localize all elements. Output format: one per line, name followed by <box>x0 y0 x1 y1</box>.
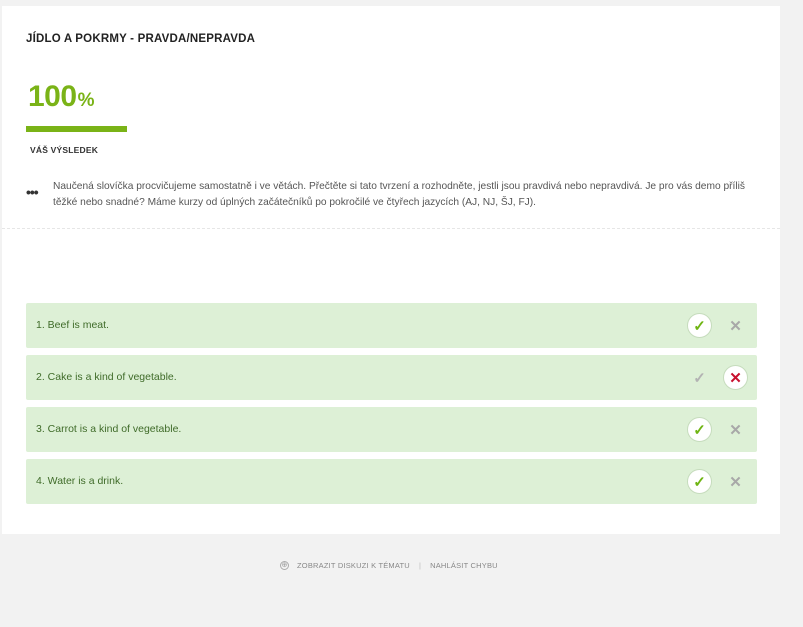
divider <box>2 228 780 229</box>
score-value: 100 <box>28 80 77 113</box>
false-cross-icon[interactable]: ✕ <box>723 469 748 494</box>
result-label: VÁŠ VÝSLEDEK <box>30 145 99 155</box>
true-check-icon[interactable]: ✓ <box>687 313 712 338</box>
score: 100% <box>28 80 94 114</box>
question-row: 1. Beef is meat. ✓ ✕ <box>26 303 757 348</box>
question-text: 4. Water is a drink. <box>36 475 124 487</box>
show-discussion-link[interactable]: ZOBRAZIT DISKUZI K TÉMATU <box>297 561 410 570</box>
question-text: 2. Cake is a kind of vegetable. <box>36 371 177 383</box>
question-text: 1. Beef is meat. <box>36 319 109 331</box>
score-progress-bar <box>26 126 127 132</box>
question-row: 2. Cake is a kind of vegetable. ✓ ✕ <box>26 355 757 400</box>
true-check-icon[interactable]: ✓ <box>687 469 712 494</box>
discussion-plus-icon: ⊕ <box>280 561 289 570</box>
more-icon[interactable]: ••• <box>26 184 39 200</box>
score-unit: % <box>77 90 95 111</box>
question-row: 3. Carrot is a kind of vegetable. ✓ ✕ <box>26 407 757 452</box>
quiz-title: JÍDLO A POKRMY - PRAVDA/NEPRAVDA <box>26 33 256 45</box>
quiz-description: Naučená slovíčka procvičujeme samostatně… <box>53 181 745 208</box>
true-check-icon[interactable]: ✓ <box>687 417 712 442</box>
quiz-card: JÍDLO A POKRMY - PRAVDA/NEPRAVDA 100% VÁ… <box>2 6 780 534</box>
false-cross-icon[interactable]: ✕ <box>723 417 748 442</box>
score-progress-fill <box>26 126 127 132</box>
report-error-link[interactable]: NAHLÁSIT CHYBU <box>430 561 498 570</box>
question-row: 4. Water is a drink. ✓ ✕ <box>26 459 757 504</box>
false-cross-icon[interactable]: ✕ <box>723 313 748 338</box>
footer: ⊕ ZOBRAZIT DISKUZI K TÉMATU | NAHLÁSIT C… <box>280 561 498 570</box>
question-text: 3. Carrot is a kind of vegetable. <box>36 423 182 435</box>
footer-divider: | <box>418 561 422 570</box>
true-check-icon[interactable]: ✓ <box>687 365 712 390</box>
false-cross-icon[interactable]: ✕ <box>723 365 748 390</box>
